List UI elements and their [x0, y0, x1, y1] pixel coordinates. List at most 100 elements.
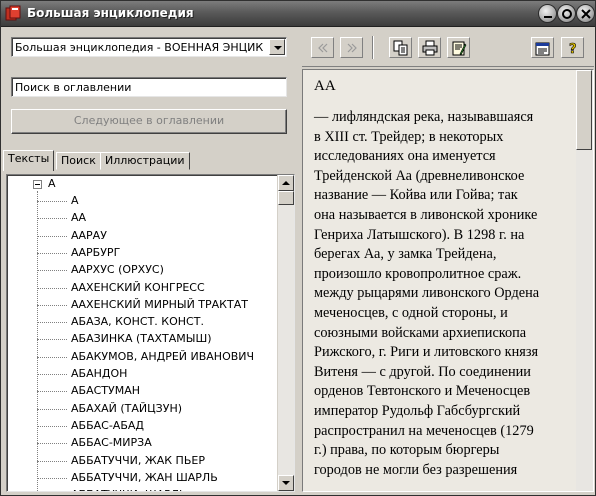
- scroll-down-button[interactable]: [278, 475, 294, 491]
- tree-item[interactable]: АБАНДОН: [37, 366, 277, 383]
- encyclopedia-select[interactable]: Большая энциклопедия - ВОЕННАЯ ЭНЦИКЛОПЕ…: [11, 37, 287, 57]
- properties-icon: [535, 42, 550, 56]
- tree-item[interactable]: АБАСТУМАН: [37, 383, 277, 400]
- tree-item-label[interactable]: АБАЗИНКА (ТАХТАМЫШ): [71, 332, 212, 345]
- tree-item[interactable]: АБАЗИНКА (ТАХТАМЫШ): [37, 331, 277, 348]
- article-toolbar: ?: [302, 29, 594, 67]
- article-line: Трейденской Аа (древнеливонское: [314, 167, 525, 184]
- tree-item-label[interactable]: ААРАУ: [71, 229, 107, 242]
- article-line: — лифляндская река, называвшаяся: [314, 109, 534, 125]
- tree-branch-line: [37, 201, 67, 202]
- edit-icon: [452, 41, 467, 56]
- window-title: Большая энциклопедия: [27, 6, 194, 20]
- tree-item-label[interactable]: ААРБУРГ: [71, 246, 120, 259]
- tree-item-label[interactable]: АББАС-МИРЗА: [71, 436, 152, 449]
- tree-item[interactable]: ААРБУРГ: [37, 245, 277, 262]
- tree-branch-line: [37, 218, 67, 220]
- back-button[interactable]: [311, 37, 334, 58]
- article-line: между рыцарями ливонского Ордена: [314, 285, 540, 302]
- print-button[interactable]: [418, 37, 441, 58]
- article-line: г.) права, по которым бюргеры: [314, 442, 500, 459]
- forward-icon: [347, 43, 357, 53]
- tree-item[interactable]: АББАС-АБАД: [37, 418, 277, 435]
- article-line: меченосцев, с одной стороны, и: [314, 304, 508, 321]
- edit-note-button[interactable]: [447, 37, 470, 58]
- tree-item[interactable]: А: [37, 193, 277, 210]
- tree-item-label[interactable]: ААХЕНСКИЙ МИРНЫЙ ТРАКТАТ: [71, 298, 248, 311]
- tree-item-label[interactable]: АБАЗА, КОНСТ. КОНСТ.: [71, 315, 204, 328]
- article-line: распространил на меченосцев (1279: [314, 422, 534, 439]
- toc-search-input[interactable]: [11, 77, 287, 97]
- help-icon: ?: [569, 42, 577, 56]
- tab-search[interactable]: Поиск: [56, 152, 101, 170]
- tree-item[interactable]: АБАЗА, КОНСТ. КОНСТ.: [37, 314, 277, 331]
- next-in-toc-button[interactable]: Следующее в оглавлении: [11, 109, 287, 134]
- print-icon: [422, 40, 438, 56]
- maximize-button[interactable]: [557, 4, 576, 23]
- article-line: Генриха Латышского). В 1298 г. на: [314, 226, 525, 243]
- tree-item-label[interactable]: АБАНДОН: [71, 367, 127, 380]
- article-line: в XIII ст. Трейдер; в некоторых: [314, 128, 504, 145]
- tree-item[interactable]: ААХЕНСКИЙ МИРНЫЙ ТРАКТАТ: [37, 297, 277, 314]
- maximize-icon: [562, 9, 572, 19]
- scroll-up-button[interactable]: [278, 175, 294, 191]
- scroll-thumb[interactable]: [278, 191, 294, 205]
- tree-item-label[interactable]: АБАСТУМАН: [71, 384, 140, 397]
- tree-branch-line: [37, 304, 67, 306]
- tree-item-label[interactable]: АББАТУЧЧИ, ЖАК ПЬЕР: [71, 454, 205, 467]
- tree-item[interactable]: АБАКУМОВ, АНДРЕЙ ИВАНОВИЧ: [37, 349, 277, 366]
- tree-item[interactable]: ААХЕНСКИЙ КОНГРЕСС: [37, 280, 277, 297]
- tree-item-label[interactable]: АБАХАЙ (ТАЙЦЗУН): [71, 402, 182, 415]
- copy-icon: [393, 40, 408, 56]
- tree-branch-line: [37, 356, 67, 358]
- help-button[interactable]: ?: [561, 37, 584, 58]
- article-line: название — Койва или Гойва; так: [314, 187, 518, 204]
- close-button[interactable]: [576, 4, 595, 23]
- properties-button[interactable]: [531, 37, 554, 58]
- article-line: городов не могли без разрешения: [314, 461, 518, 478]
- article-view[interactable]: АА — лифляндская река, называвшаяся в XII…: [302, 69, 594, 492]
- toc-scrollbar[interactable]: [277, 175, 294, 491]
- tree-item[interactable]: ААРАУ: [37, 228, 277, 245]
- tree-branch-line: [37, 322, 67, 324]
- article-scrollbar[interactable]: [576, 70, 593, 491]
- article-line: орденов Тевтонского и Меченосцев: [314, 383, 531, 400]
- copy-button[interactable]: [389, 37, 412, 58]
- tree-root-label[interactable]: А: [48, 177, 56, 190]
- tree-item[interactable]: АББАТУЧЧИ, ЖАК ПЬЕР: [37, 453, 277, 470]
- tree-item[interactable]: АББАТУЧЧИ, ШАРЛЬ: [37, 487, 277, 491]
- tree-branch-line: [37, 443, 67, 445]
- collapse-icon[interactable]: [33, 180, 42, 189]
- tree-item-label[interactable]: АА: [71, 211, 86, 224]
- close-icon: [581, 9, 591, 19]
- tree-item-label[interactable]: ААРХУС (ОРХУС): [71, 263, 164, 276]
- tree-item-label[interactable]: АББАС-АБАД: [71, 419, 144, 432]
- article-line: берегах Аа, у замка Трейдена,: [314, 246, 497, 263]
- tab-illustrations[interactable]: Иллюстрации: [100, 152, 190, 170]
- chevron-down-icon[interactable]: [269, 39, 285, 55]
- tree-item-label[interactable]: ААХЕНСКИЙ КОНГРЕСС: [71, 281, 205, 294]
- tree-branch-line: [37, 252, 67, 254]
- tab-texts[interactable]: Тексты: [3, 150, 55, 171]
- tree-item[interactable]: АББАС-МИРЗА: [37, 435, 277, 452]
- tree-item[interactable]: ААРХУС (ОРХУС): [37, 262, 277, 279]
- toc-tree[interactable]: А А АА ААРАУ ААРБУРГ ААРХУС (ОРХУС) ААХЕНСКИЙ…: [6, 174, 295, 492]
- minimize-button[interactable]: [538, 4, 557, 23]
- tree-item[interactable]: АА: [37, 210, 277, 227]
- forward-button[interactable]: [340, 37, 363, 58]
- tree-item[interactable]: АББАТУЧЧИ, ЖАН ШАРЛЬ: [37, 470, 277, 487]
- tree-branch-line: [37, 374, 67, 375]
- article-line: она называется в ливонской хронике: [314, 206, 538, 223]
- tree-branch-line: [37, 235, 67, 237]
- tree-item-label[interactable]: АББАТУЧЧИ, ЖАН ШАРЛЬ: [71, 471, 218, 484]
- tree-item-label[interactable]: А: [71, 194, 79, 207]
- article-line: исследованиях она именуется: [314, 148, 496, 165]
- tree-branch-line: [37, 425, 67, 427]
- tree-item[interactable]: АБАХАЙ (ТАЙЦЗУН): [37, 401, 277, 418]
- tree-item-label[interactable]: АБАКУМОВ, АНДРЕЙ ИВАНОВИЧ: [71, 350, 254, 363]
- article-line: Витеня — с другой. По соединении: [314, 363, 531, 380]
- tree-item-label[interactable]: АББАТУЧЧИ, ШАРЛЬ: [71, 488, 187, 491]
- title-bar[interactable]: Большая энциклопедия: [1, 1, 595, 27]
- svg-text:?: ?: [569, 42, 577, 56]
- article-scroll-thumb[interactable]: [576, 70, 592, 150]
